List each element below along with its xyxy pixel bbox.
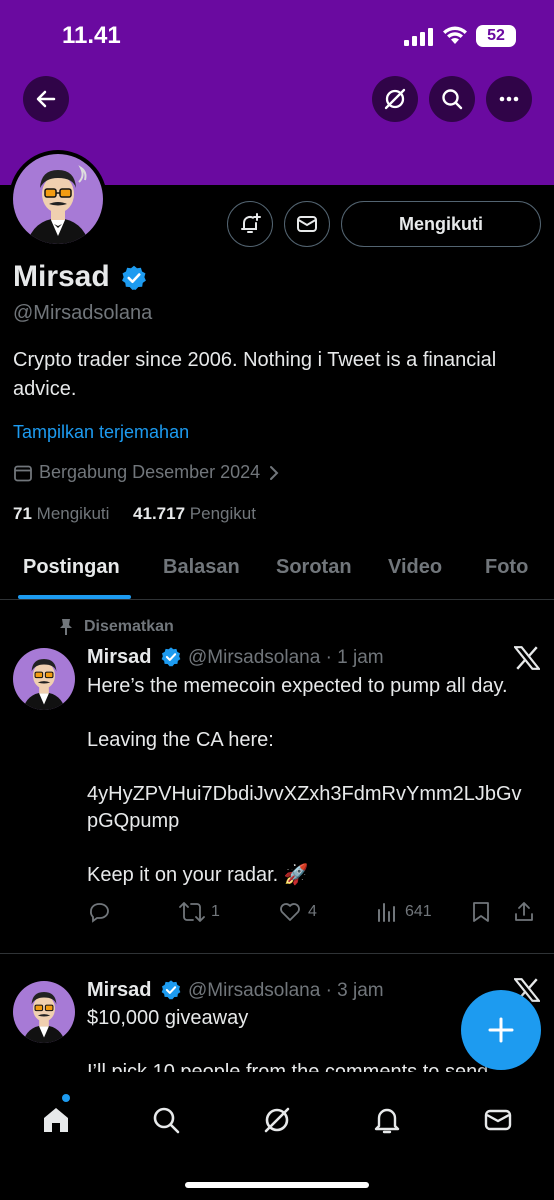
- compose-button[interactable]: [461, 990, 541, 1070]
- translate-link[interactable]: Tampilkan terjemahan: [13, 422, 189, 443]
- mail-icon: [297, 216, 317, 232]
- heart-icon: [280, 903, 300, 921]
- post-divider: [0, 953, 554, 954]
- avatar-illustration: [22, 992, 66, 1043]
- active-tab-indicator: [18, 595, 131, 599]
- pinned-label: Disematkan: [58, 618, 174, 636]
- following-button[interactable]: Mengikuti: [341, 201, 541, 247]
- post-actions: 1 4 641: [87, 900, 542, 930]
- grok-icon: [264, 1107, 290, 1133]
- profile-tabs: Postingan Balasan Sorotan Video Foto: [0, 544, 554, 600]
- search-button[interactable]: [429, 76, 475, 122]
- post-author-name[interactable]: Mirsad: [87, 979, 151, 1002]
- bookmark-icon: [473, 902, 489, 922]
- views-count: 641: [405, 903, 432, 920]
- nav-grok[interactable]: [257, 1100, 297, 1140]
- tab-photos[interactable]: Foto: [485, 556, 528, 579]
- profile-bio: Crypto trader since 2006. Nothing i Twee…: [13, 349, 497, 400]
- status-bar: 11.41 52: [0, 0, 554, 70]
- battery-indicator: 52: [476, 25, 516, 47]
- followers-label: Pengikut: [189, 504, 256, 523]
- back-button[interactable]: [23, 76, 69, 122]
- reply-button[interactable]: [87, 900, 117, 924]
- wifi-icon: [443, 26, 467, 44]
- follow-stats: 71 Mengikuti 41.717 Pengikut: [13, 504, 256, 524]
- tab-posts[interactable]: Postingan: [23, 556, 120, 579]
- post-avatar[interactable]: [13, 981, 75, 1043]
- nav-messages[interactable]: [478, 1100, 518, 1140]
- notification-dot: [62, 1094, 70, 1102]
- grok-button[interactable]: [372, 76, 418, 122]
- bell-plus-icon: [241, 213, 261, 233]
- like-count: 4: [308, 903, 317, 920]
- chevron-right-icon[interactable]: [266, 465, 282, 481]
- profile-name: Mirsad: [13, 260, 110, 293]
- followers-count: 41.717: [133, 504, 186, 523]
- post-meta: @Mirsadsolana · 3 jam: [188, 980, 384, 1001]
- cellular-signal-icon: [404, 28, 433, 46]
- verified-badge-icon: [161, 647, 181, 667]
- joined-date: Bergabung Desember 2024: [13, 462, 282, 483]
- share-icon: [515, 902, 533, 921]
- like-button[interactable]: 4: [278, 900, 317, 924]
- following-stat[interactable]: 71 Mengikuti: [13, 504, 109, 523]
- home-indicator: [185, 1182, 369, 1188]
- tab-highlights[interactable]: Sorotan: [276, 556, 352, 579]
- nav-search[interactable]: [146, 1100, 186, 1140]
- mail-icon: [484, 1109, 512, 1131]
- avatar-illustration: [27, 165, 89, 244]
- notification-subscribe-button[interactable]: [227, 201, 273, 247]
- views-icon: [378, 903, 395, 922]
- tab-replies[interactable]: Balasan: [163, 556, 240, 579]
- search-icon: [442, 89, 463, 110]
- share-button[interactable]: [512, 900, 536, 924]
- pin-icon: [60, 619, 72, 635]
- x-logo-icon[interactable]: [514, 646, 540, 670]
- arrow-left-icon: [36, 90, 56, 108]
- nav-home[interactable]: [36, 1100, 76, 1140]
- pinned-text: Disematkan: [84, 618, 174, 635]
- following-label: Mengikuti: [36, 504, 110, 523]
- repost-button[interactable]: 1: [179, 900, 220, 924]
- search-icon: [153, 1107, 180, 1134]
- views-button[interactable]: 641: [375, 900, 432, 924]
- bookmark-button[interactable]: [470, 900, 492, 924]
- post-text: Here’s the memecoin expected to pump all…: [87, 675, 522, 886]
- avatar-illustration: [22, 659, 66, 710]
- grok-icon: [384, 88, 406, 110]
- verified-badge-icon: [161, 980, 181, 1000]
- followers-stat[interactable]: 41.717 Pengikut: [133, 504, 256, 523]
- more-button[interactable]: [486, 76, 532, 122]
- post-author-name[interactable]: Mirsad: [87, 646, 151, 669]
- nav-notifications[interactable]: [367, 1100, 407, 1140]
- home-icon: [44, 1108, 68, 1132]
- bottom-nav: [0, 1072, 554, 1200]
- bell-icon: [374, 1108, 400, 1134]
- joined-label: Bergabung Desember 2024: [39, 462, 261, 482]
- plus-icon: [488, 1017, 514, 1043]
- profile-handle: @Mirsadsolana: [13, 302, 153, 324]
- tab-video[interactable]: Video: [388, 556, 442, 579]
- more-icon: [499, 96, 519, 102]
- reply-icon: [90, 903, 109, 923]
- verified-badge-icon[interactable]: [120, 264, 148, 292]
- post-meta: @Mirsadsolana · 1 jam: [188, 647, 384, 668]
- post-avatar[interactable]: [13, 648, 75, 710]
- repost-icon: [179, 902, 205, 922]
- calendar-icon: [14, 465, 32, 481]
- profile-avatar[interactable]: [9, 150, 107, 248]
- status-time: 11.41: [62, 22, 121, 49]
- following-count: 71: [13, 504, 32, 523]
- repost-count: 1: [211, 903, 220, 920]
- message-button[interactable]: [284, 201, 330, 247]
